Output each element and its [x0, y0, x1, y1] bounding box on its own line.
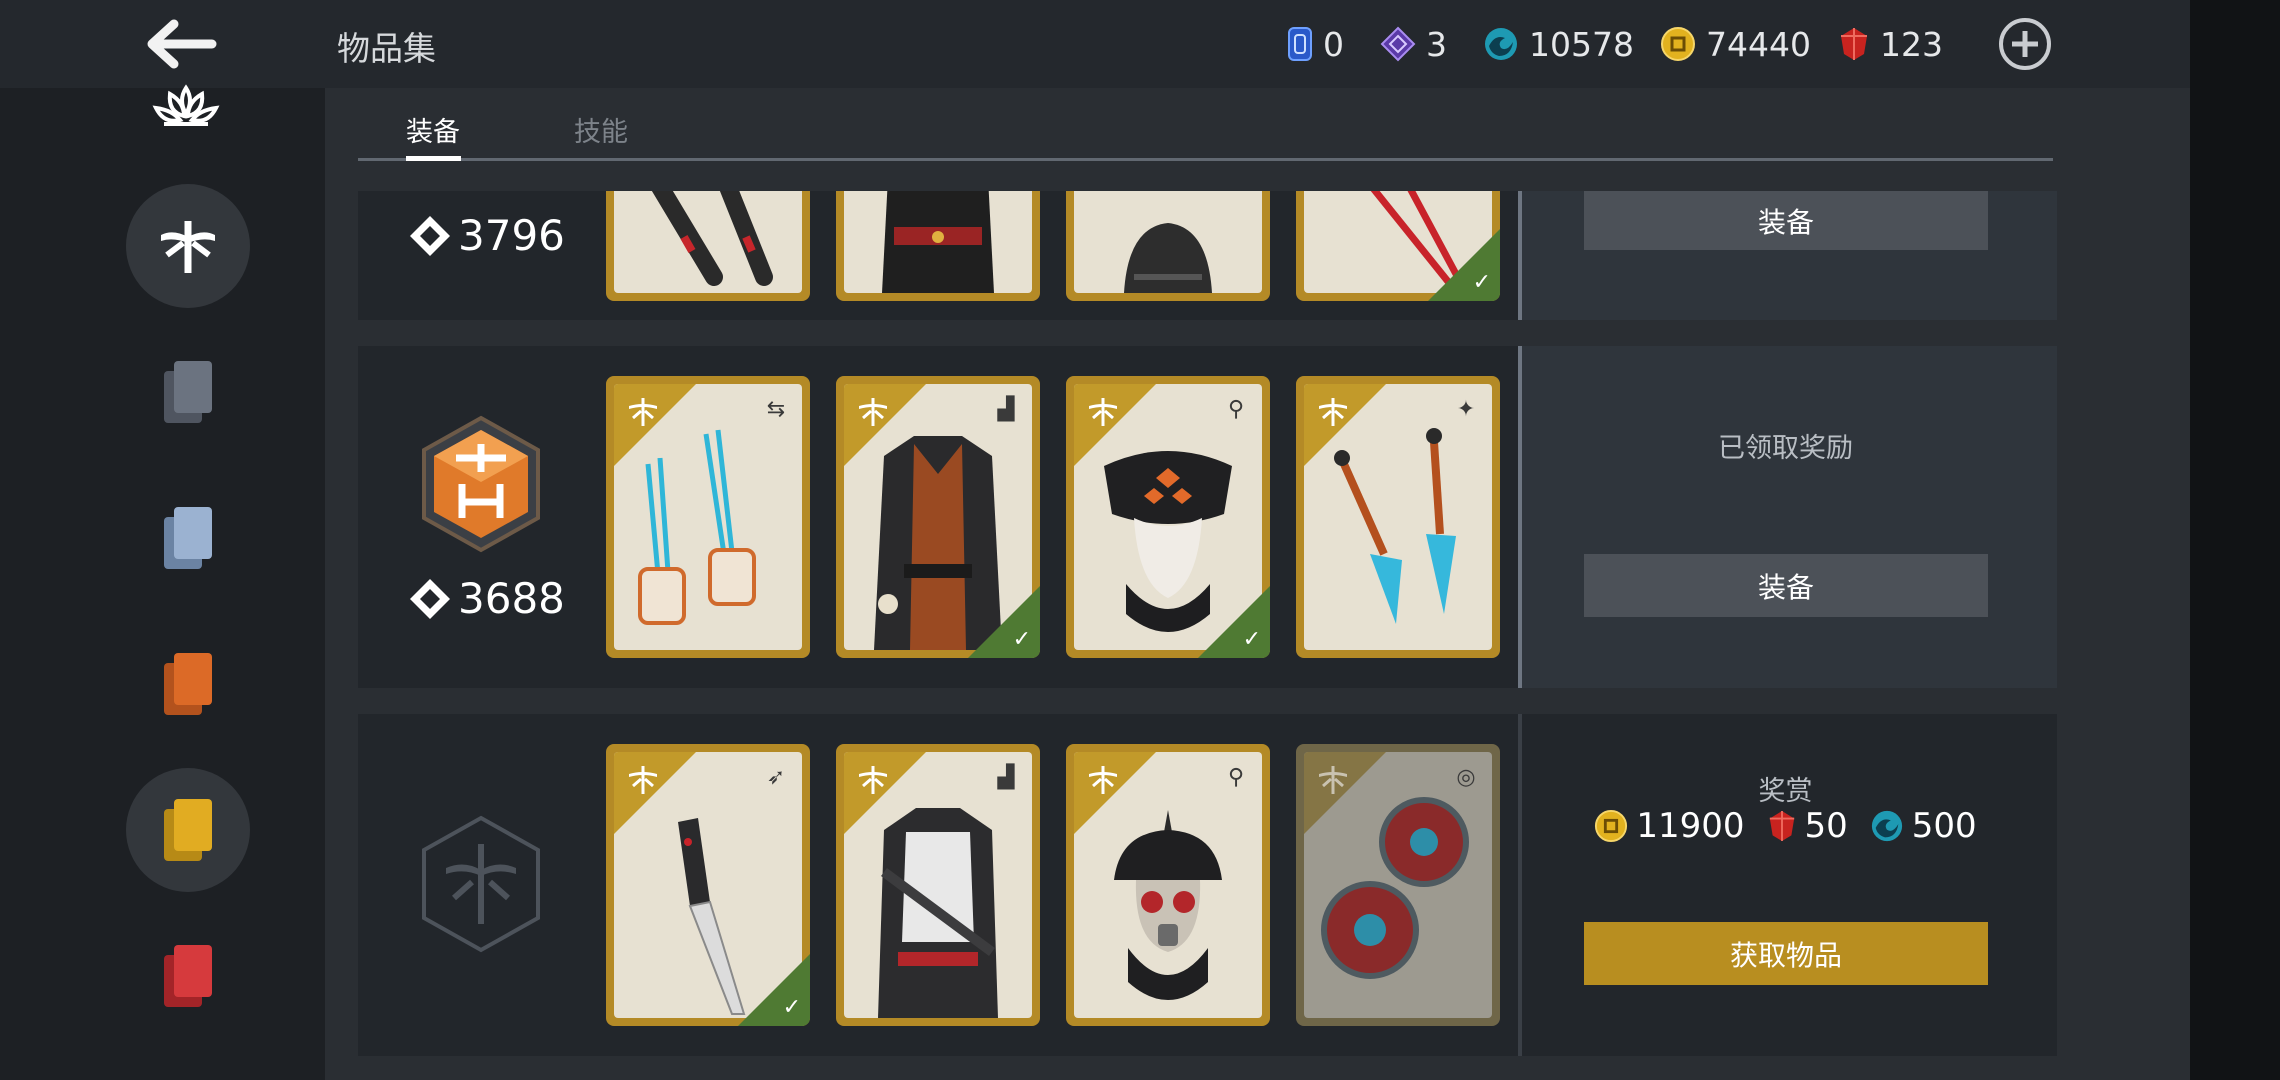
- dragonfly-mark-icon: [859, 398, 887, 426]
- currency-rubies: 123: [1838, 18, 1943, 70]
- item-card-red-daggers[interactable]: ✓: [1296, 191, 1500, 301]
- tickets-count: 0: [1323, 24, 1344, 64]
- card-stack-orange-icon: [164, 653, 212, 715]
- helmet-icon: ⚲: [1227, 397, 1245, 422]
- armor-icon: ▟: [997, 765, 1015, 790]
- set-row-3: 奖赏 11900 50 500 获取物品 ➶ ✓ ▟ ⚲ ◎: [358, 714, 2057, 1056]
- ticket-icon: [1288, 27, 1312, 61]
- card-stack-gray-icon: [164, 361, 212, 423]
- locked-set-badge-icon: [422, 815, 540, 953]
- magic-icon: ✦: [1456, 397, 1476, 422]
- dragonfly-mark-icon: [1089, 766, 1117, 794]
- spirit-orb-icon: [1485, 28, 1517, 60]
- get-items-button[interactable]: 获取物品: [1584, 922, 1988, 985]
- equip-button-set-2[interactable]: 装备: [1584, 554, 1988, 617]
- swap-icon: ⇆: [766, 397, 786, 422]
- coin-icon: [1595, 809, 1628, 843]
- back-arrow-icon: [147, 19, 217, 69]
- dragonfly-mark-icon: [859, 766, 887, 794]
- item-card-helmet[interactable]: [1066, 191, 1270, 301]
- tab-skills[interactable]: 技能: [574, 110, 628, 149]
- currency-shards: 3: [1380, 18, 1447, 70]
- shards-count: 3: [1426, 24, 1447, 64]
- item-card-twin-blades[interactable]: [606, 191, 810, 301]
- legendary-set-badge-icon: [422, 415, 540, 553]
- currency-coins: 74440: [1660, 18, 1811, 70]
- reward-title: 奖赏: [1758, 776, 1813, 807]
- item-card-combat-knife[interactable]: ➶ ✓: [606, 744, 810, 1026]
- tab-active-indicator: [406, 156, 461, 161]
- card-stack-red-icon: [164, 945, 212, 1007]
- spirit-orb-icon: [1871, 810, 1902, 842]
- diamond-shard-icon: [1380, 26, 1416, 62]
- check-icon: ✓: [1242, 627, 1261, 652]
- reward-claimed-status: 已领取奖励: [1718, 433, 1853, 464]
- blade-icon: ➶: [766, 765, 786, 790]
- coin-icon: [1661, 27, 1695, 61]
- armor-vest-icon: [882, 191, 994, 293]
- skill-point-icon: [410, 578, 450, 619]
- back-button[interactable]: [140, 14, 220, 74]
- ranged-icon: ◎: [1456, 765, 1476, 790]
- orbs-count: 10578: [1529, 24, 1634, 64]
- equip-button-set-1[interactable]: 装备: [1584, 191, 1988, 250]
- dragonfly-mark-icon: [1319, 398, 1347, 426]
- item-card-chakram[interactable]: ◎: [1296, 744, 1500, 1026]
- lotus-logo-icon: [152, 84, 220, 126]
- armor-icon: ▟: [997, 397, 1015, 422]
- set-row-3-side-panel: [1518, 714, 2057, 1056]
- reward-coins: 11900: [1636, 806, 1745, 846]
- item-card-ice-kunai[interactable]: ✦: [1296, 376, 1500, 658]
- currency-orbs: 10578: [1483, 18, 1634, 70]
- sidebar-item-uncommon[interactable]: [126, 476, 250, 600]
- set-row-2-side-panel: [1518, 346, 2057, 688]
- dragonfly-emblem-icon: [161, 221, 215, 273]
- helmet-icon: ⚲: [1227, 765, 1245, 790]
- sidebar-item-emblem[interactable]: [126, 184, 250, 308]
- tab-divider: [358, 158, 2053, 161]
- card-stack-blue-icon: [164, 507, 212, 569]
- item-card-claw-gauntlets[interactable]: ⇆: [606, 376, 810, 658]
- set-row-2: 3688 已领取奖励 装备 ⇆ ▟ ✓ ⚲ ✓ ✦: [358, 346, 2057, 688]
- sidebar-item-legendary[interactable]: [126, 768, 250, 892]
- right-strip: [2190, 0, 2280, 1080]
- add-currency-button[interactable]: [1999, 18, 2051, 70]
- item-card-tactical-armor[interactable]: ▟: [836, 744, 1040, 1026]
- set-2-points-value: 3688: [458, 574, 565, 623]
- set-2-points: 3688: [408, 574, 565, 623]
- sidebar-item-mythic[interactable]: [126, 914, 250, 1038]
- item-card-gas-mask-helmet[interactable]: ⚲: [1066, 744, 1270, 1026]
- twin-blades-icon: [651, 191, 773, 286]
- ruby-icon: [1769, 811, 1794, 841]
- item-card-ninja-coat[interactable]: ▟ ✓: [836, 376, 1040, 658]
- dragonfly-mark-icon: [629, 398, 657, 426]
- currency-tickets: 0: [1287, 18, 1344, 70]
- helmet-icon: [1124, 223, 1212, 293]
- coins-count: 74440: [1706, 24, 1811, 64]
- set-1-cards: ✓: [358, 191, 1518, 301]
- tab-equipment[interactable]: 装备: [406, 110, 460, 149]
- card-stack-gold-icon: [164, 799, 212, 861]
- reward-amounts: 11900 50 500: [1518, 806, 2053, 846]
- dragonfly-mark-icon: [1089, 398, 1117, 426]
- item-card-straw-hat-mask[interactable]: ⚲ ✓: [1066, 376, 1270, 658]
- dragonfly-mark-icon: [1319, 766, 1347, 794]
- check-icon: ✓: [1012, 627, 1031, 652]
- check-icon: ✓: [1472, 270, 1491, 295]
- sidebar-item-common[interactable]: [126, 330, 250, 454]
- reward-rubies: 50: [1804, 806, 1848, 846]
- dragonfly-mark-icon: [629, 766, 657, 794]
- item-card-armor-vest[interactable]: [836, 191, 1040, 301]
- reward-orbs: 500: [1911, 806, 1977, 846]
- ruby-icon: [1841, 28, 1867, 60]
- sidebar-item-rare[interactable]: [126, 622, 250, 746]
- check-icon: ✓: [782, 995, 801, 1020]
- page-title: 物品集: [337, 29, 436, 68]
- rubies-count: 123: [1880, 24, 1943, 64]
